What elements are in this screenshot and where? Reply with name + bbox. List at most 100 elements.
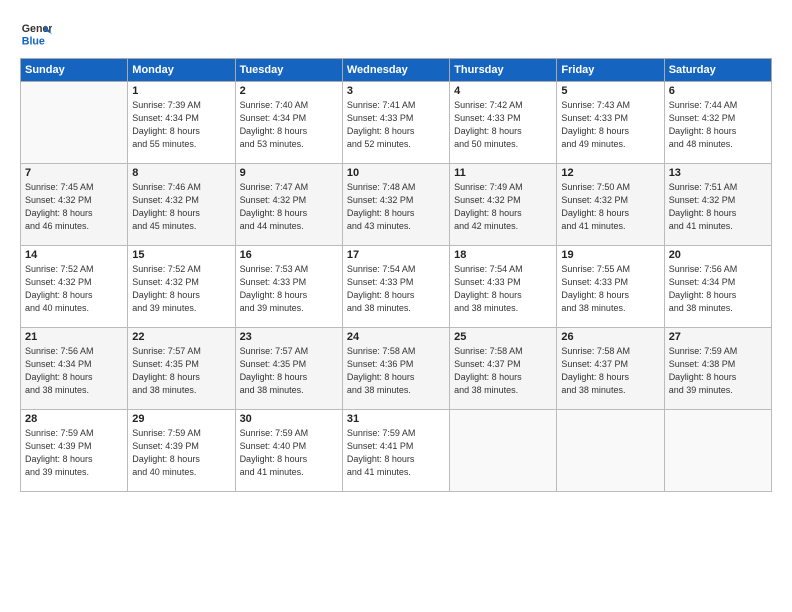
calendar-cell: 27 Sunrise: 7:59 AM Sunset: 4:38 PM Dayli… [664,328,771,410]
day-info: Sunrise: 7:59 AM Sunset: 4:40 PM Dayligh… [240,427,338,479]
calendar-cell: 17Sunrise: 7:54 AM Sunset: 4:33 PM Dayli… [342,246,449,328]
day-info: Sunrise: 7:51 AM Sunset: 4:32 PM Dayligh… [669,181,767,233]
calendar-cell: 18Sunrise: 7:54 AM Sunset: 4:33 PM Dayli… [450,246,557,328]
day-info: Sunrise: 7:57 AM Sunset: 4:35 PM Dayligh… [240,345,338,397]
calendar-week-row: 1 Sunrise: 7:39 AM Sunset: 4:34 PM Daylig… [21,82,772,164]
day-info: Sunrise: 7:40 AM Sunset: 4:34 PM Dayligh… [240,99,338,151]
calendar-cell: 26 Sunrise: 7:58 AM Sunset: 4:37 PM Dayli… [557,328,664,410]
day-info: Sunrise: 7:41 AM Sunset: 4:33 PM Dayligh… [347,99,445,151]
day-number: 23 [240,331,338,343]
calendar-cell: 28 Sunrise: 7:59 AM Sunset: 4:39 PM Dayli… [21,410,128,492]
calendar-week-row: 21 Sunrise: 7:56 AM Sunset: 4:34 PM Dayli… [21,328,772,410]
day-number: 15 [132,249,230,261]
logo: General Blue [20,18,52,50]
calendar-cell: 15 Sunrise: 7:52 AM Sunset: 4:32 PM Dayli… [128,246,235,328]
day-info: Sunrise: 7:44 AM Sunset: 4:32 PM Dayligh… [669,99,767,151]
day-info: Sunrise: 7:59 AM Sunset: 4:39 PM Dayligh… [25,427,123,479]
day-info: Sunrise: 7:50 AM Sunset: 4:32 PM Dayligh… [561,181,659,233]
day-of-week-tuesday: Tuesday [235,59,342,82]
calendar-cell: 13 Sunrise: 7:51 AM Sunset: 4:32 PM Dayli… [664,164,771,246]
day-info: Sunrise: 7:52 AM Sunset: 4:32 PM Dayligh… [132,263,230,315]
calendar-cell: 3 Sunrise: 7:41 AM Sunset: 4:33 PM Daylig… [342,82,449,164]
calendar-cell: 20 Sunrise: 7:56 AM Sunset: 4:34 PM Dayli… [664,246,771,328]
day-number: 3 [347,85,445,97]
day-number: 14 [25,249,123,261]
calendar-cell: 19 Sunrise: 7:55 AM Sunset: 4:33 PM Dayli… [557,246,664,328]
day-info: Sunrise: 7:46 AM Sunset: 4:32 PM Dayligh… [132,181,230,233]
calendar-week-row: 14 Sunrise: 7:52 AM Sunset: 4:32 PM Dayli… [21,246,772,328]
day-number: 31 [347,413,445,425]
day-info: Sunrise: 7:58 AM Sunset: 4:37 PM Dayligh… [454,345,552,397]
day-info: Sunrise: 7:49 AM Sunset: 4:32 PM Dayligh… [454,181,552,233]
calendar-cell: 21 Sunrise: 7:56 AM Sunset: 4:34 PM Dayli… [21,328,128,410]
day-number: 1 [132,85,230,97]
day-info: Sunrise: 7:56 AM Sunset: 4:34 PM Dayligh… [669,263,767,315]
calendar-cell: 4 Sunrise: 7:42 AM Sunset: 4:33 PM Daylig… [450,82,557,164]
calendar-cell [557,410,664,492]
day-info: Sunrise: 7:45 AM Sunset: 4:32 PM Dayligh… [25,181,123,233]
calendar-cell: 24 Sunrise: 7:58 AM Sunset: 4:36 PM Dayli… [342,328,449,410]
day-of-week-saturday: Saturday [664,59,771,82]
calendar-cell: 9Sunrise: 7:47 AM Sunset: 4:32 PM Daylig… [235,164,342,246]
calendar-cell: 2 Sunrise: 7:40 AM Sunset: 4:34 PM Daylig… [235,82,342,164]
day-info: Sunrise: 7:53 AM Sunset: 4:33 PM Dayligh… [240,263,338,315]
day-number: 19 [561,249,659,261]
day-number: 6 [669,85,767,97]
calendar-cell: 14 Sunrise: 7:52 AM Sunset: 4:32 PM Dayli… [21,246,128,328]
logo-icon: General Blue [20,18,52,50]
calendar-cell: 12 Sunrise: 7:50 AM Sunset: 4:32 PM Dayli… [557,164,664,246]
day-info: Sunrise: 7:42 AM Sunset: 4:33 PM Dayligh… [454,99,552,151]
day-of-week-sunday: Sunday [21,59,128,82]
day-number: 24 [347,331,445,343]
calendar-cell: 7Sunrise: 7:45 AM Sunset: 4:32 PM Daylig… [21,164,128,246]
day-number: 10 [347,167,445,179]
calendar-cell: 1 Sunrise: 7:39 AM Sunset: 4:34 PM Daylig… [128,82,235,164]
calendar-cell: 10Sunrise: 7:48 AM Sunset: 4:32 PM Dayli… [342,164,449,246]
day-info: Sunrise: 7:39 AM Sunset: 4:34 PM Dayligh… [132,99,230,151]
day-number: 12 [561,167,659,179]
day-info: Sunrise: 7:59 AM Sunset: 4:39 PM Dayligh… [132,427,230,479]
calendar-cell [21,82,128,164]
day-of-week-monday: Monday [128,59,235,82]
day-number: 28 [25,413,123,425]
day-info: Sunrise: 7:58 AM Sunset: 4:36 PM Dayligh… [347,345,445,397]
calendar-cell: 22 Sunrise: 7:57 AM Sunset: 4:35 PM Dayli… [128,328,235,410]
day-number: 30 [240,413,338,425]
day-info: Sunrise: 7:56 AM Sunset: 4:34 PM Dayligh… [25,345,123,397]
calendar-cell: 31 Sunrise: 7:59 AM Sunset: 4:41 PM Dayli… [342,410,449,492]
day-info: Sunrise: 7:55 AM Sunset: 4:33 PM Dayligh… [561,263,659,315]
calendar-cell: 5Sunrise: 7:43 AM Sunset: 4:33 PM Daylig… [557,82,664,164]
day-info: Sunrise: 7:58 AM Sunset: 4:37 PM Dayligh… [561,345,659,397]
day-number: 27 [669,331,767,343]
calendar-cell [664,410,771,492]
day-info: Sunrise: 7:59 AM Sunset: 4:38 PM Dayligh… [669,345,767,397]
day-number: 4 [454,85,552,97]
svg-text:Blue: Blue [22,36,45,48]
day-number: 20 [669,249,767,261]
day-number: 9 [240,167,338,179]
calendar-cell: 6 Sunrise: 7:44 AM Sunset: 4:32 PM Daylig… [664,82,771,164]
calendar-cell: 11Sunrise: 7:49 AM Sunset: 4:32 PM Dayli… [450,164,557,246]
calendar-week-row: 28 Sunrise: 7:59 AM Sunset: 4:39 PM Dayli… [21,410,772,492]
day-number: 26 [561,331,659,343]
day-number: 22 [132,331,230,343]
day-number: 13 [669,167,767,179]
calendar-cell: 25 Sunrise: 7:58 AM Sunset: 4:37 PM Dayli… [450,328,557,410]
day-number: 18 [454,249,552,261]
calendar-cell: 23 Sunrise: 7:57 AM Sunset: 4:35 PM Dayli… [235,328,342,410]
day-number: 25 [454,331,552,343]
page: General Blue SundayMondayTuesdayWednesda… [0,0,792,612]
calendar-cell: 16Sunrise: 7:53 AM Sunset: 4:33 PM Dayli… [235,246,342,328]
calendar-cell: 8 Sunrise: 7:46 AM Sunset: 4:32 PM Daylig… [128,164,235,246]
day-info: Sunrise: 7:43 AM Sunset: 4:33 PM Dayligh… [561,99,659,151]
day-info: Sunrise: 7:57 AM Sunset: 4:35 PM Dayligh… [132,345,230,397]
day-info: Sunrise: 7:59 AM Sunset: 4:41 PM Dayligh… [347,427,445,479]
calendar-header-row: SundayMondayTuesdayWednesdayThursdayFrid… [21,59,772,82]
calendar-cell: 30 Sunrise: 7:59 AM Sunset: 4:40 PM Dayli… [235,410,342,492]
day-info: Sunrise: 7:52 AM Sunset: 4:32 PM Dayligh… [25,263,123,315]
day-number: 2 [240,85,338,97]
day-number: 8 [132,167,230,179]
calendar-cell [450,410,557,492]
day-number: 21 [25,331,123,343]
day-of-week-thursday: Thursday [450,59,557,82]
